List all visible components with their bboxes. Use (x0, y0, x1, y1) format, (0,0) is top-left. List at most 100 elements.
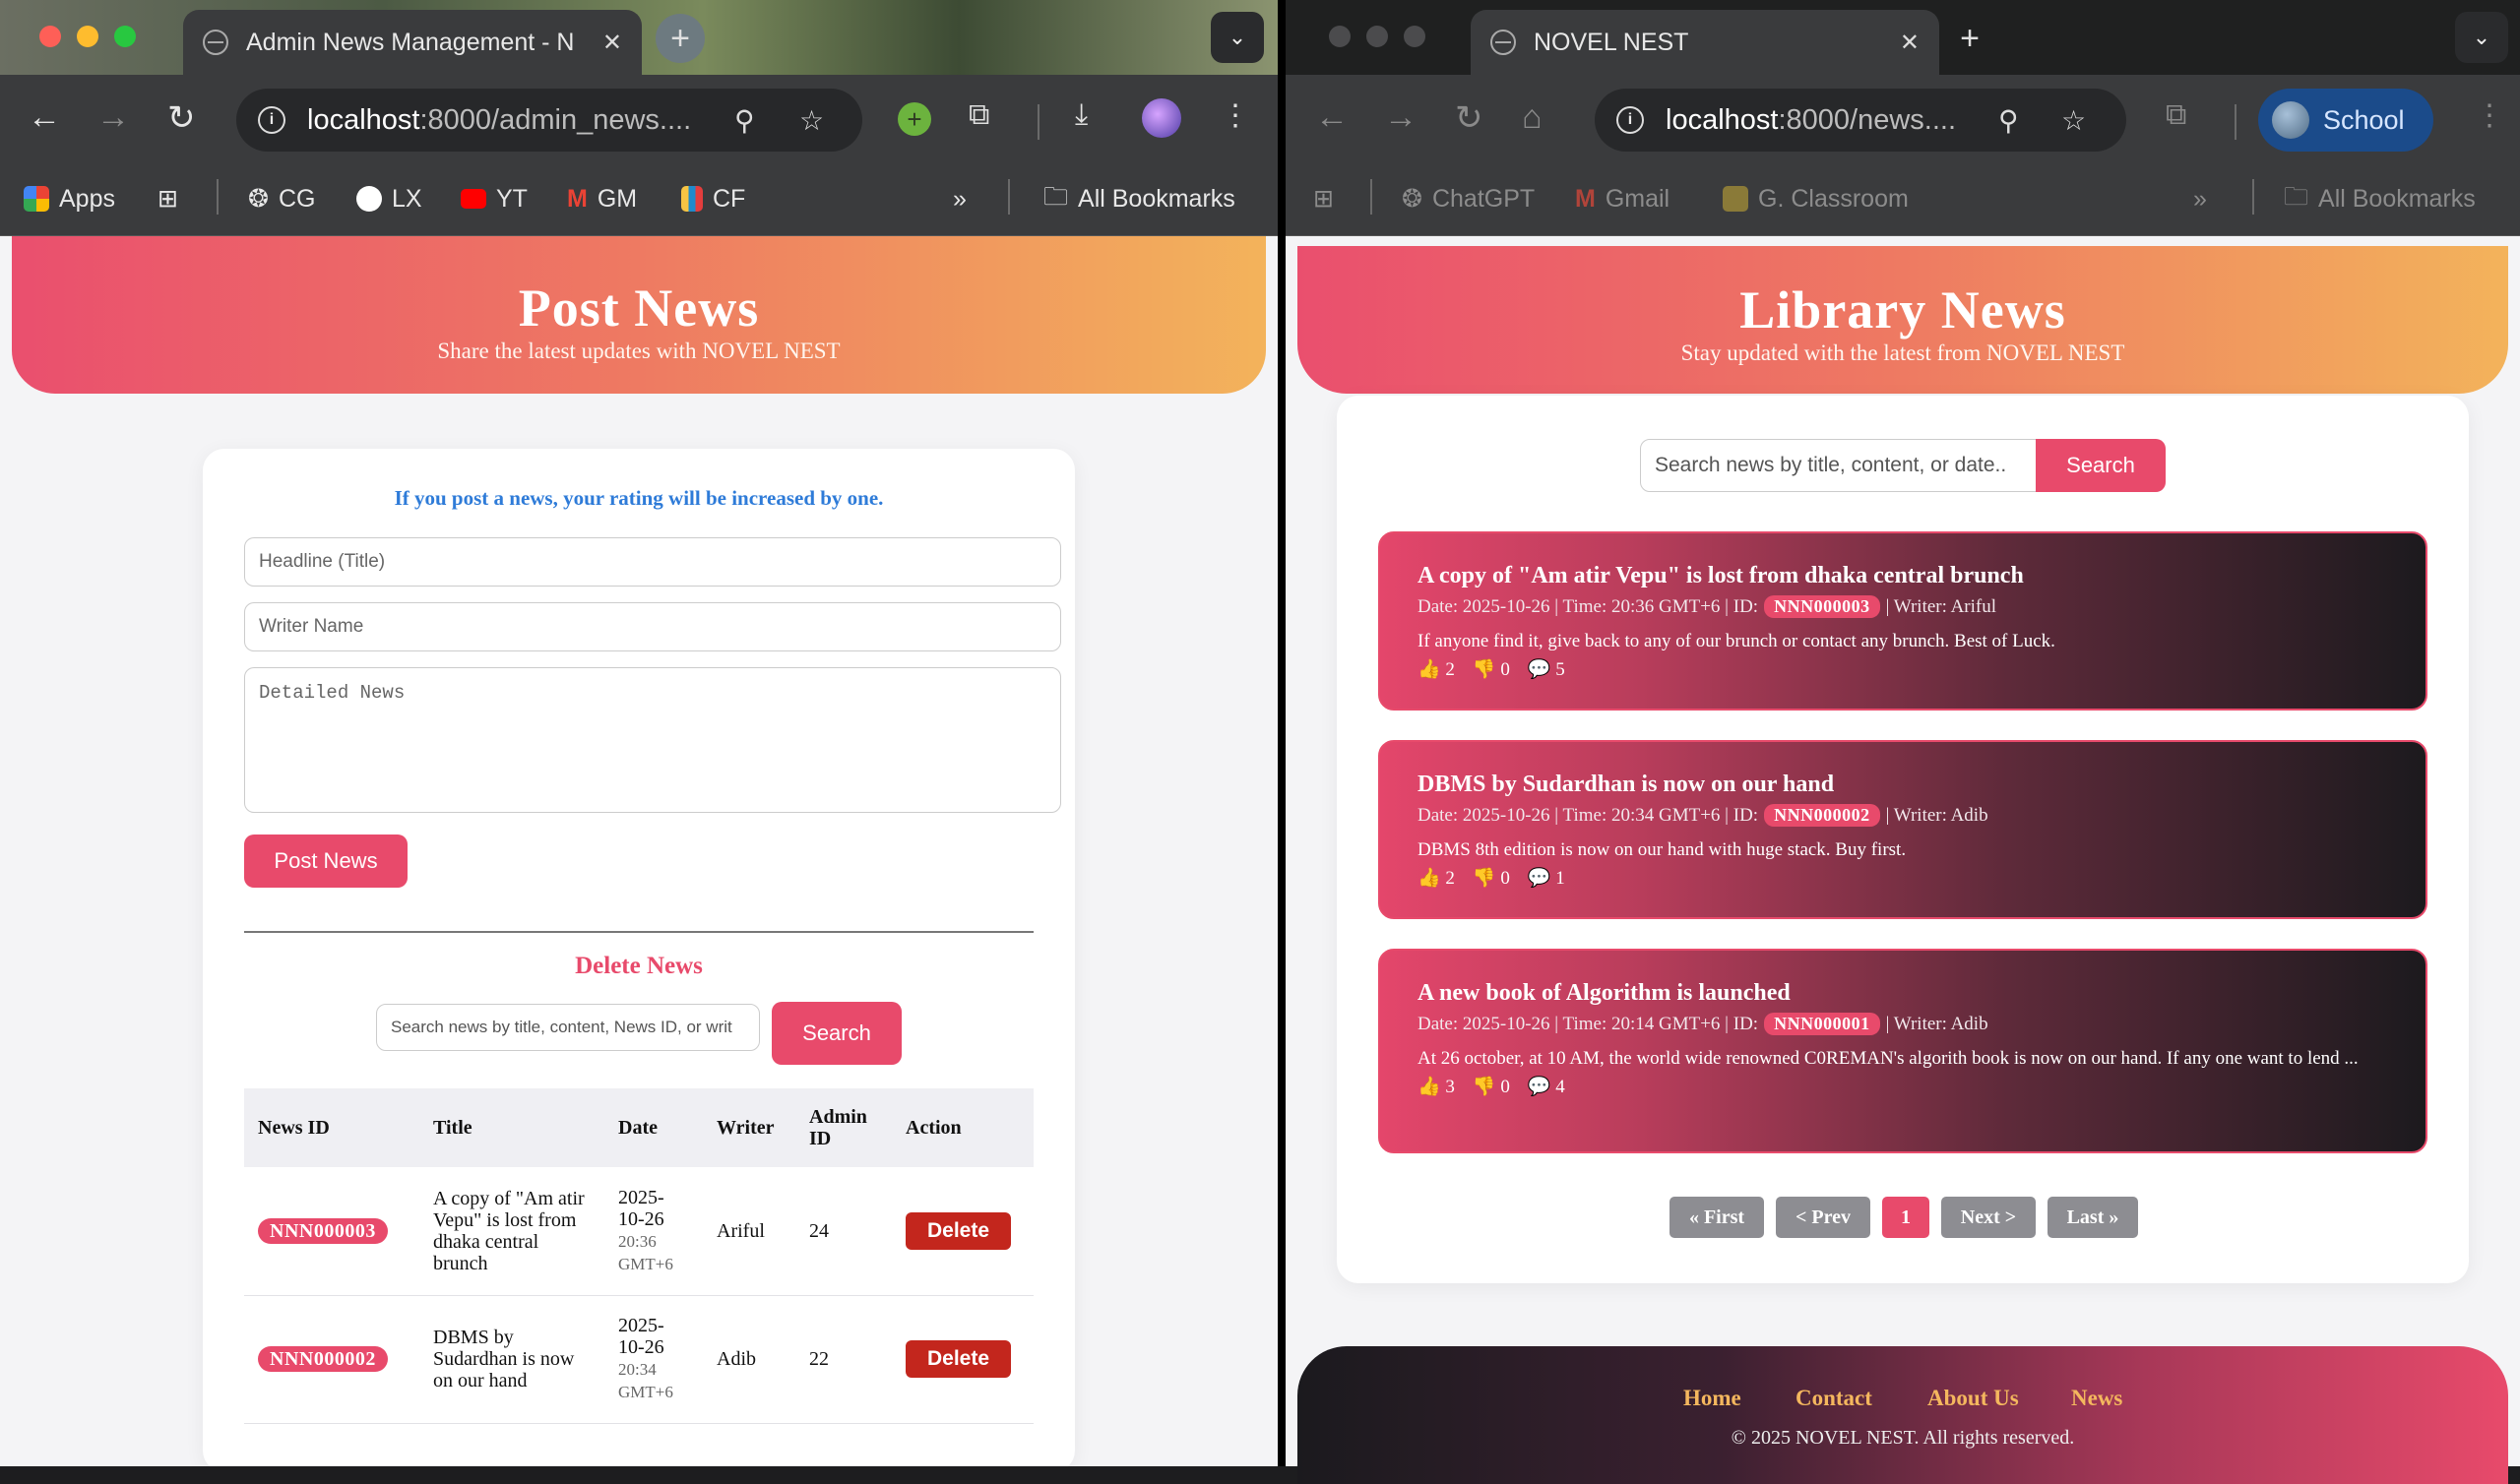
new-tab-button[interactable]: + (656, 14, 705, 63)
address-bar[interactable]: i localhost:8000/admin_news.... ⚲ ☆ (236, 89, 862, 152)
tab-novel-nest[interactable]: NOVEL NEST ✕ (1471, 10, 1939, 75)
close-window-button[interactable] (1329, 26, 1351, 47)
minimize-window-button[interactable] (1366, 26, 1388, 47)
bookmark-apps[interactable]: Apps (24, 177, 115, 220)
close-tab-icon[interactable]: ✕ (602, 29, 622, 57)
tab-title: NOVEL NEST (1534, 28, 1689, 56)
tab-title: Admin News Management - N (246, 28, 575, 56)
post-news-button[interactable]: Post News (244, 835, 408, 888)
admin-card: If you post a news, your rating will be … (203, 449, 1075, 1466)
bookmark-classroom[interactable]: G. Classroom (1723, 177, 1909, 220)
more-bookmarks-icon[interactable]: » (2193, 177, 2207, 220)
post-news-header: Post News Share the latest updates with … (12, 236, 1266, 394)
comment-stat[interactable]: 💬 4 (1528, 1075, 1565, 1098)
site-info-icon[interactable]: i (1616, 106, 1644, 134)
address-bar[interactable]: i localhost:8000/news.... ⚲ ☆ (1595, 89, 2126, 152)
pagination-last[interactable]: Last » (2048, 1197, 2138, 1238)
all-bookmarks-label: All Bookmarks (1078, 184, 1235, 213)
profile-avatar[interactable] (1142, 98, 1181, 138)
reload-icon[interactable]: ↻ (167, 98, 196, 138)
new-tab-button[interactable]: + (1945, 14, 1994, 63)
news-title: DBMS by Sudardhan is now on our hand (1418, 772, 1835, 797)
bookmark-star-icon[interactable]: ☆ (799, 104, 824, 137)
like-stat[interactable]: 👍 2 (1418, 657, 1455, 681)
news-search-input[interactable]: Search news by title, content, or date.. (1640, 439, 2040, 492)
forward-icon[interactable]: → (96, 98, 130, 137)
footer-link-home[interactable]: Home (1683, 1386, 1741, 1411)
reload-icon[interactable]: ↻ (1455, 98, 1483, 138)
like-count: 2 (1445, 868, 1455, 889)
like-stat[interactable]: 👍 3 (1418, 1075, 1455, 1098)
extensions-puzzle-icon[interactable]: ⧉ (969, 98, 989, 132)
footer-link-news[interactable]: News (2071, 1386, 2122, 1411)
news-meta: Date: 2025-10-26 | Time: 20:34 GMT+6 | I… (1418, 804, 2426, 827)
pagination-page-1[interactable]: 1 (1882, 1197, 1929, 1238)
detailed-news-textarea[interactable]: Detailed News (244, 667, 1061, 813)
close-window-button[interactable] (39, 26, 61, 47)
meta-date-time: Date: 2025-10-26 | Time: 20:34 GMT+6 | I… (1418, 804, 1759, 826)
tab-groups-icon[interactable]: ⊞ (158, 177, 178, 220)
like-stat[interactable]: 👍 2 (1418, 866, 1455, 890)
minimize-window-button[interactable] (77, 26, 98, 47)
dislike-stat[interactable]: 👎 0 (1473, 866, 1510, 890)
bookmark-cf[interactable]: CF (681, 177, 745, 220)
delete-search-button[interactable]: Search (772, 1002, 902, 1065)
zoom-icon[interactable]: ⚲ (1998, 104, 2019, 137)
download-icon[interactable]: ⤓ (1075, 98, 1088, 132)
comment-stat[interactable]: 💬 5 (1528, 657, 1565, 681)
tab-admin-news[interactable]: Admin News Management - N ✕ (183, 10, 642, 75)
tab-search-button[interactable]: ⌄ (2455, 12, 2508, 63)
url-host: localhost (307, 103, 420, 136)
bookmark-chatgpt[interactable]: ❂ ChatGPT (1402, 177, 1535, 220)
extensions-puzzle-icon[interactable]: ⧉ (2166, 98, 2186, 132)
profile-avatar (2272, 101, 2309, 139)
writer-name-input[interactable]: Writer Name (244, 602, 1061, 651)
back-icon[interactable]: ← (1315, 98, 1349, 137)
zoom-icon[interactable]: ⚲ (734, 104, 755, 137)
delete-search-input[interactable]: Search news by title, content, News ID, … (376, 1004, 760, 1051)
maximize-window-button[interactable] (114, 26, 136, 47)
bookmark-star-icon[interactable]: ☆ (2061, 104, 2086, 137)
menu-kebab-icon[interactable]: ⋮ (2475, 98, 2504, 133)
back-icon[interactable]: ← (28, 98, 61, 137)
dislike-count: 0 (1500, 1077, 1510, 1097)
dislike-stat[interactable]: 👎 0 (1473, 1075, 1510, 1098)
forward-icon[interactable]: → (1384, 98, 1418, 137)
all-bookmarks[interactable]: 🗀 All Bookmarks (1043, 177, 1235, 220)
extension-plus-icon[interactable]: + (898, 102, 931, 136)
pagination-first[interactable]: « First (1670, 1197, 1764, 1238)
site-info-icon[interactable]: i (258, 106, 285, 134)
footer-link-about[interactable]: About Us (1927, 1386, 2019, 1411)
pagination-next[interactable]: Next > (1941, 1197, 2036, 1238)
bookmark-cg[interactable]: ❂ CG (248, 177, 315, 220)
news-card[interactable]: A copy of "Am atir Vepu" is lost from dh… (1378, 531, 2427, 711)
bookmark-gmail[interactable]: M Gmail (1575, 177, 1670, 220)
chatgpt-icon: ❂ (248, 185, 269, 213)
all-bookmarks[interactable]: 🗀 All Bookmarks (2284, 177, 2476, 220)
home-icon[interactable]: ⌂ (1522, 98, 1543, 137)
bookmark-lx[interactable]: LX (356, 177, 422, 220)
pagination-prev[interactable]: < Prev (1776, 1197, 1870, 1238)
footer-link-contact[interactable]: Contact (1796, 1386, 1872, 1411)
page-title: Library News (1739, 280, 2066, 340)
tab-groups-icon[interactable]: ⊞ (1313, 177, 1334, 220)
delete-button[interactable]: Delete (906, 1211, 1012, 1250)
url-path: :8000/admin_news.... (419, 103, 692, 136)
headline-input[interactable]: Headline (Title) (244, 537, 1061, 587)
delete-button[interactable]: Delete (906, 1340, 1012, 1378)
bookmark-yt[interactable]: YT (461, 177, 528, 220)
profile-chip[interactable]: School (2258, 89, 2433, 152)
news-card[interactable]: A new book of Algorithm is launched Date… (1378, 949, 2427, 1153)
tab-search-button[interactable]: ⌄ (1211, 12, 1264, 63)
news-search-button[interactable]: Search (2036, 439, 2166, 492)
more-bookmarks-icon[interactable]: » (953, 177, 967, 220)
maximize-window-button[interactable] (1404, 26, 1425, 47)
menu-kebab-icon[interactable]: ⋮ (1221, 98, 1250, 133)
news-card[interactable]: DBMS by Sudardhan is now on our hand Dat… (1378, 740, 2427, 919)
dislike-stat[interactable]: 👎 0 (1473, 657, 1510, 681)
copyright-text: © 2025 NOVEL NEST. All rights reserved. (1731, 1427, 2075, 1449)
bookmark-label: CG (278, 184, 316, 213)
bookmark-gm[interactable]: M GM (567, 177, 637, 220)
close-tab-icon[interactable]: ✕ (1900, 29, 1920, 57)
comment-stat[interactable]: 💬 1 (1528, 866, 1565, 890)
